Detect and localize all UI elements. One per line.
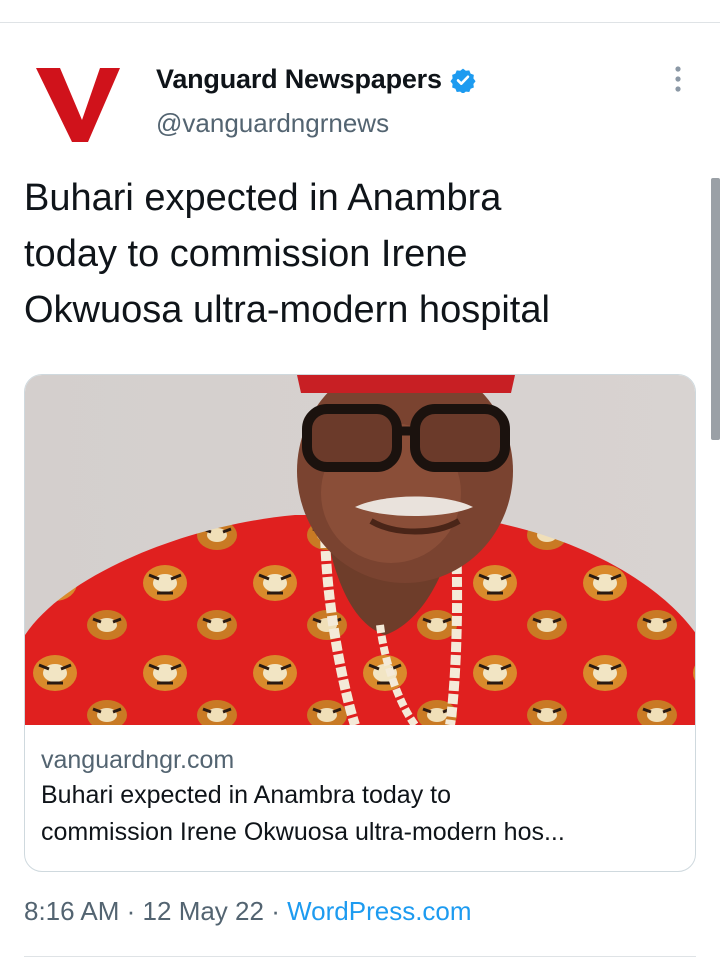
tweet-text-line: today to commission Irene	[24, 233, 468, 275]
meta-separator: ·	[126, 896, 136, 926]
meta-separator: ·	[271, 896, 280, 926]
top-divider	[0, 22, 720, 23]
tweet-time[interactable]: 8:16 AM	[24, 896, 119, 926]
card-domain: vanguardngr.com	[41, 746, 235, 774]
bottom-divider	[24, 956, 696, 957]
scrollbar[interactable]	[711, 178, 720, 440]
tweet-date[interactable]: 12 May 22	[143, 896, 264, 926]
handle[interactable]: @vanguardngrnews	[156, 108, 389, 139]
vanguard-logo[interactable]	[36, 62, 120, 142]
card-title-line: Buhari expected in Anambra today to	[41, 781, 451, 809]
name-row: Vanguard Newspapers	[156, 64, 476, 95]
more-options-icon[interactable]	[668, 64, 688, 94]
card-title-line: commission Irene Okwuosa ultra-modern ho…	[41, 818, 565, 846]
card-meta: vanguardngr.com Buhari expected in Anamb…	[41, 743, 681, 851]
display-name[interactable]: Vanguard Newspapers	[156, 64, 442, 95]
link-preview-card[interactable]: vanguardngr.com Buhari expected in Anamb…	[24, 374, 696, 872]
tweet-meta: 8:16 AM · 12 May 22 · WordPress.com	[24, 896, 472, 927]
verified-badge-icon	[450, 68, 476, 93]
card-image[interactable]	[25, 375, 696, 725]
tweet-text-line: Buhari expected in Anambra	[24, 177, 502, 219]
tweet-text: Buhari expected in Anambra today to comm…	[24, 170, 684, 338]
tweet-text-line: Okwuosa ultra-modern hospital	[24, 289, 550, 331]
tweet-header: Vanguard Newspapers @vanguardngrnews	[36, 58, 696, 144]
vanguard-v-logo-icon	[36, 68, 120, 142]
tweet-source-link[interactable]: WordPress.com	[287, 896, 471, 926]
